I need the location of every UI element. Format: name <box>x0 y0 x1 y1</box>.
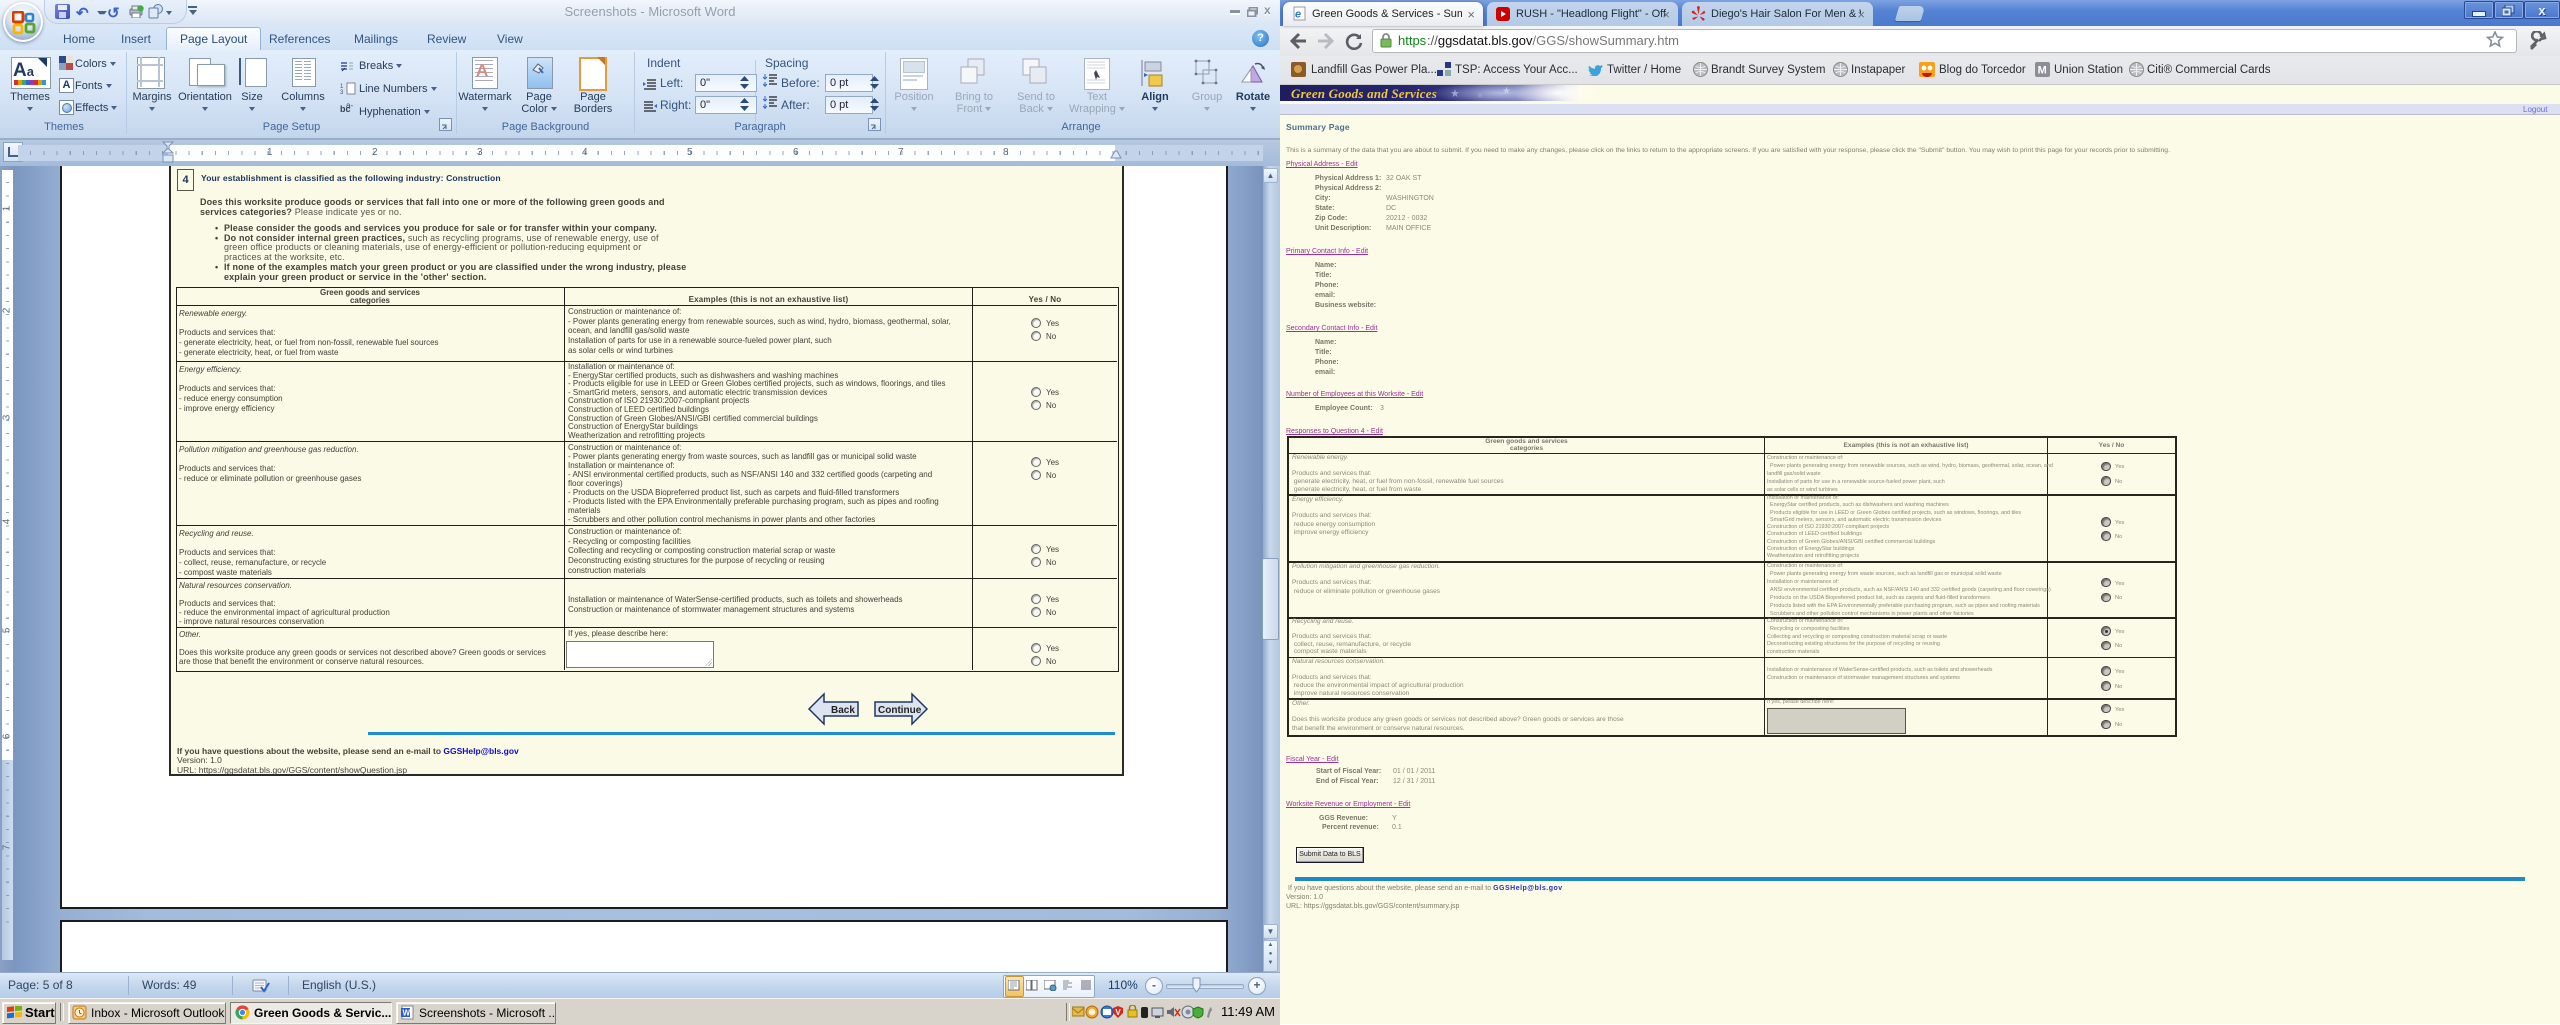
svg-text:V: V <box>1115 1008 1121 1017</box>
svg-text:3: 3 <box>340 90 344 95</box>
svg-text:Continue: Continue <box>878 705 922 716</box>
svg-text:M: M <box>2038 65 2047 77</box>
svg-text:W: W <box>403 1009 411 1018</box>
svg-text:Back: Back <box>831 705 855 716</box>
svg-text:e: e <box>1295 9 1301 21</box>
